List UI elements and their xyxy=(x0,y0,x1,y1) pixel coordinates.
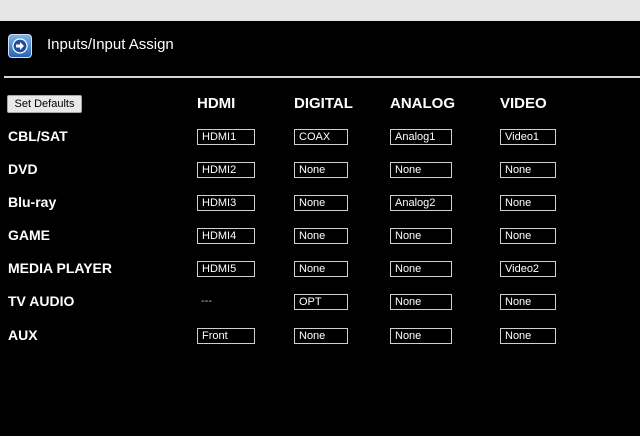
video-select-blu-ray[interactable]: None xyxy=(500,195,556,211)
column-header-hdmi: HDMI xyxy=(197,95,236,112)
header-divider xyxy=(4,76,640,78)
hdmi-select-blu-ray[interactable]: HDMI3 xyxy=(197,195,255,211)
hdmi-select-game[interactable]: HDMI4 xyxy=(197,228,255,244)
digital-select-cbl-sat[interactable]: COAX xyxy=(294,129,348,145)
analog-select-media-player[interactable]: None xyxy=(390,261,452,277)
analog-select-cbl-sat[interactable]: Analog1 xyxy=(390,129,452,145)
video-select-dvd[interactable]: None xyxy=(500,162,556,178)
video-select-media-player[interactable]: Video2 xyxy=(500,261,556,277)
row-label-game: GAME xyxy=(8,227,50,243)
hdmi-select-cbl-sat[interactable]: HDMI1 xyxy=(197,129,255,145)
page-title: Inputs/Input Assign xyxy=(47,36,174,53)
row-label-media-player: MEDIA PLAYER xyxy=(8,260,112,276)
hdmi-select-media-player[interactable]: HDMI5 xyxy=(197,261,255,277)
digital-select-dvd[interactable]: None xyxy=(294,162,348,178)
digital-select-media-player[interactable]: None xyxy=(294,261,348,277)
arrow-right-icon[interactable] xyxy=(8,34,32,58)
analog-select-dvd[interactable]: None xyxy=(390,162,452,178)
browser-top-bar xyxy=(0,0,640,21)
video-select-aux[interactable]: None xyxy=(500,328,556,344)
video-select-game[interactable]: None xyxy=(500,228,556,244)
analog-select-game[interactable]: None xyxy=(390,228,452,244)
column-header-digital: DIGITAL xyxy=(294,95,353,112)
column-header-video: VIDEO xyxy=(500,95,547,112)
page-header: Inputs/Input Assign xyxy=(0,21,640,77)
set-defaults-button[interactable]: Set Defaults xyxy=(7,95,82,113)
row-label-blu-ray: Blu-ray xyxy=(8,194,57,210)
hdmi-select-aux[interactable]: Front xyxy=(197,328,255,344)
hdmi-select-dvd[interactable]: HDMI2 xyxy=(197,162,255,178)
analog-select-blu-ray[interactable]: Analog2 xyxy=(390,195,452,211)
digital-select-tv-audio[interactable]: OPT xyxy=(294,294,348,310)
video-select-cbl-sat[interactable]: Video1 xyxy=(500,129,556,145)
digital-select-aux[interactable]: None xyxy=(294,328,348,344)
column-header-analog: ANALOG xyxy=(390,95,455,112)
row-label-aux: AUX xyxy=(8,327,38,343)
analog-select-tv-audio[interactable]: None xyxy=(390,294,452,310)
video-select-tv-audio[interactable]: None xyxy=(500,294,556,310)
hdmi-value-tv-audio: --- xyxy=(197,294,255,310)
row-label-cbl-sat: CBL/SAT xyxy=(8,128,68,144)
digital-select-game[interactable]: None xyxy=(294,228,348,244)
row-label-tv-audio: TV AUDIO xyxy=(8,293,75,309)
digital-select-blu-ray[interactable]: None xyxy=(294,195,348,211)
row-label-dvd: DVD xyxy=(8,161,38,177)
analog-select-aux[interactable]: None xyxy=(390,328,452,344)
